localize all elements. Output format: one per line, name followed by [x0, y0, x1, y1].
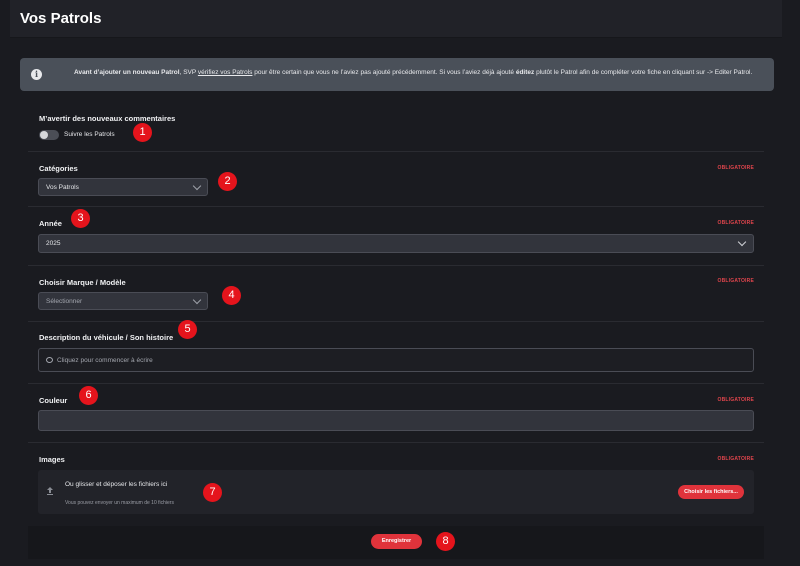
year-select[interactable]: 2025: [38, 234, 754, 253]
section-divider: [28, 321, 764, 322]
info-banner: i Avant d’ajouter un nouveau Patrol, SVP…: [20, 58, 774, 91]
follow-patrols-toggle[interactable]: [39, 130, 59, 140]
marker-1: 1: [133, 123, 152, 142]
required-badge: OBLIGATOIRE: [717, 397, 754, 403]
marker-8: 8: [436, 532, 455, 551]
marker-4: 4: [222, 286, 241, 305]
year-label: Année: [39, 219, 62, 228]
images-label: Images: [39, 455, 65, 464]
marker-2: 2: [218, 172, 237, 191]
dropzone-title: Ou glisser et déposer les fichiers ici: [65, 481, 168, 488]
section-divider: [28, 265, 764, 266]
categories-select[interactable]: Vos Patrols: [38, 178, 208, 196]
model-placeholder: Sélectionner: [46, 298, 83, 305]
verify-patrols-link[interactable]: vérifiez vos Patrols: [198, 69, 253, 76]
required-badge: OBLIGATOIRE: [717, 456, 754, 462]
notify-label: M’avertir des nouveaux commentaires: [39, 114, 176, 123]
required-badge: OBLIGATOIRE: [717, 278, 754, 284]
follow-patrols-label: Suivre les Patrols: [64, 131, 115, 138]
info-text: Avant d’ajouter un nouveau Patrol, SVP v…: [74, 69, 752, 76]
categories-value: Vos Patrols: [46, 184, 79, 191]
section-divider: [28, 151, 764, 152]
info-text-2: pour être certain que vous ne l’aviez pa…: [252, 69, 516, 76]
comment-icon: [46, 357, 53, 363]
model-select[interactable]: Sélectionner: [38, 292, 208, 310]
year-value: 2025: [46, 240, 61, 247]
section-divider: [28, 442, 764, 443]
description-editor[interactable]: Cliquez pour commencer à écrire: [38, 348, 754, 372]
info-text-3: plutôt le Patrol afin de compléter votre…: [534, 69, 753, 76]
chevron-down-icon: [192, 181, 202, 191]
color-label: Couleur: [39, 396, 68, 405]
required-badge: OBLIGATOIRE: [717, 165, 754, 171]
info-bold-lead: Avant d’ajouter un nouveau Patrol: [74, 69, 180, 76]
section-divider: [28, 206, 764, 207]
marker-7: 7: [203, 483, 222, 502]
info-bold-edit: éditez: [515, 69, 535, 76]
color-input[interactable]: [38, 410, 754, 431]
upload-icon: [47, 487, 53, 495]
categories-label: Catégories: [39, 164, 78, 173]
info-icon: i: [31, 69, 42, 80]
model-label: Choisir Marque / Modèle: [39, 278, 126, 287]
marker-3: 3: [71, 209, 90, 228]
dropzone-subtitle: Vous pouvez envoyer un maximum de 10 fic…: [65, 500, 174, 506]
save-button[interactable]: Enregistrer: [371, 534, 422, 549]
page-header: Vos Patrols: [10, 0, 782, 38]
chevron-down-icon: [192, 295, 202, 305]
section-divider: [28, 383, 764, 384]
marker-6: 6: [79, 386, 98, 405]
page-title: Vos Patrols: [20, 10, 102, 27]
file-dropzone[interactable]: Ou glisser et déposer les fichiers ici V…: [38, 470, 754, 514]
description-placeholder: Cliquez pour commencer à écrire: [57, 357, 153, 364]
description-label: Description du véhicule / Son histoire: [39, 333, 174, 342]
required-badge: OBLIGATOIRE: [717, 220, 754, 226]
choose-files-button[interactable]: Choisir les fichiers...: [678, 485, 744, 499]
chevron-down-icon: [737, 237, 747, 247]
marker-5: 5: [178, 320, 197, 339]
toggle-knob: [40, 131, 48, 139]
info-text-1: , SVP: [179, 69, 198, 76]
